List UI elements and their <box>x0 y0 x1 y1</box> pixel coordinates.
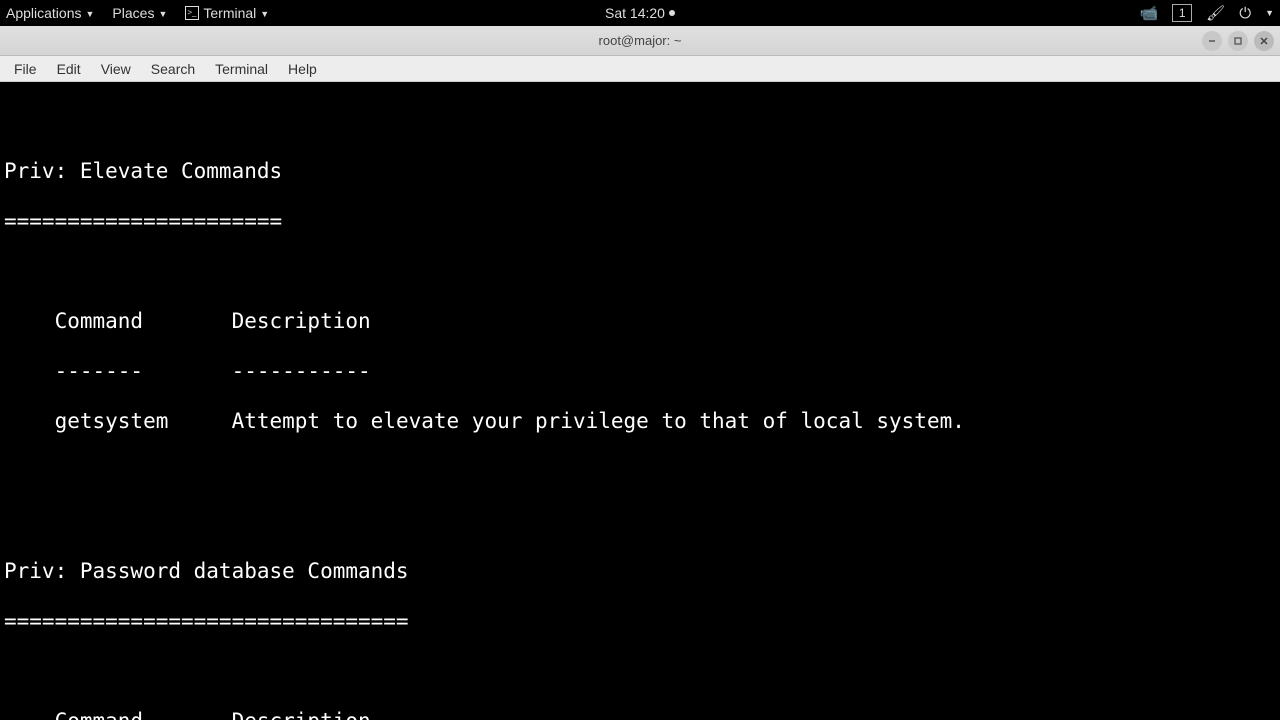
header-command-ul: ------- <box>55 359 232 384</box>
blank-line <box>4 459 1276 484</box>
close-button[interactable] <box>1254 31 1274 51</box>
camera-recorder-icon[interactable]: 📹 <box>1139 4 1158 22</box>
cmd-desc: Attempt to elevate your privilege to tha… <box>232 409 965 433</box>
power-icon[interactable]: ⏻ <box>1239 5 1251 22</box>
section-title: Priv: Password database Commands <box>4 559 1276 584</box>
menu-edit-label: Edit <box>57 61 81 77</box>
header-command: Command <box>55 709 232 720</box>
menu-file[interactable]: File <box>4 61 47 77</box>
chevron-down-icon[interactable]: ▼ <box>1265 8 1274 18</box>
menu-view[interactable]: View <box>91 61 141 77</box>
table-header: CommandDescription <box>4 709 1276 720</box>
menu-file-label: File <box>14 61 37 77</box>
blank-line <box>4 659 1276 684</box>
menu-view-label: View <box>101 61 131 77</box>
blank-line <box>4 259 1276 284</box>
terminal-output[interactable]: Priv: Elevate Commands =================… <box>0 82 1280 720</box>
header-command: Command <box>55 309 232 334</box>
top-panel-right: 📹 1 🖌 ⏻ ▼ <box>1139 4 1274 22</box>
clock[interactable]: Sat 14:20 <box>605 5 675 21</box>
minimize-button[interactable] <box>1202 31 1222 51</box>
terminal-app-label: Terminal <box>203 5 256 21</box>
menu-search-label: Search <box>151 61 195 77</box>
terminal-icon: >_ <box>185 6 199 20</box>
places-menu[interactable]: Places ▼ <box>112 5 167 21</box>
maximize-icon <box>1233 36 1243 46</box>
table-row: getsystemAttempt to elevate your privile… <box>4 409 1276 434</box>
menu-search[interactable]: Search <box>141 61 205 77</box>
terminal-app-indicator[interactable]: >_ Terminal ▼ <box>185 5 269 21</box>
applications-label: Applications <box>6 5 82 21</box>
places-label: Places <box>112 5 154 21</box>
menu-help[interactable]: Help <box>278 61 327 77</box>
window-titlebar[interactable]: root@major: ~ <box>0 26 1280 56</box>
workspace-indicator[interactable]: 1 <box>1172 4 1192 22</box>
section-title: Priv: Elevate Commands <box>4 159 1276 184</box>
section-underline: ================================ <box>4 609 1276 634</box>
notification-dot-icon <box>669 10 675 16</box>
chevron-down-icon: ▼ <box>158 9 167 19</box>
cmd-name: getsystem <box>55 409 232 434</box>
chevron-down-icon: ▼ <box>86 9 95 19</box>
menu-terminal[interactable]: Terminal <box>205 61 278 77</box>
maximize-button[interactable] <box>1228 31 1248 51</box>
desktop-top-panel: Applications ▼ Places ▼ >_ Terminal ▼ Sa… <box>0 0 1280 26</box>
blank-line <box>4 509 1276 534</box>
brush-tool-icon[interactable]: 🖌 <box>1206 4 1225 22</box>
table-header: CommandDescription <box>4 309 1276 334</box>
menu-edit[interactable]: Edit <box>47 61 91 77</box>
clock-label: Sat 14:20 <box>605 5 665 21</box>
header-description-ul: ----------- <box>232 359 371 383</box>
menu-terminal-label: Terminal <box>215 61 268 77</box>
blank-line <box>4 109 1276 134</box>
header-description: Description <box>232 309 371 333</box>
menu-help-label: Help <box>288 61 317 77</box>
chevron-down-icon: ▼ <box>260 9 269 19</box>
window-controls <box>1202 31 1274 51</box>
close-icon <box>1259 36 1269 46</box>
minimize-icon <box>1207 36 1217 46</box>
workspace-number: 1 <box>1179 6 1186 20</box>
applications-menu[interactable]: Applications ▼ <box>6 5 94 21</box>
table-header-underline: ------------------ <box>4 359 1276 384</box>
header-description: Description <box>232 709 371 720</box>
window-title: root@major: ~ <box>599 33 682 48</box>
app-menubar: File Edit View Search Terminal Help <box>0 56 1280 82</box>
top-panel-left: Applications ▼ Places ▼ >_ Terminal ▼ <box>6 5 269 21</box>
section-underline: ====================== <box>4 209 1276 234</box>
